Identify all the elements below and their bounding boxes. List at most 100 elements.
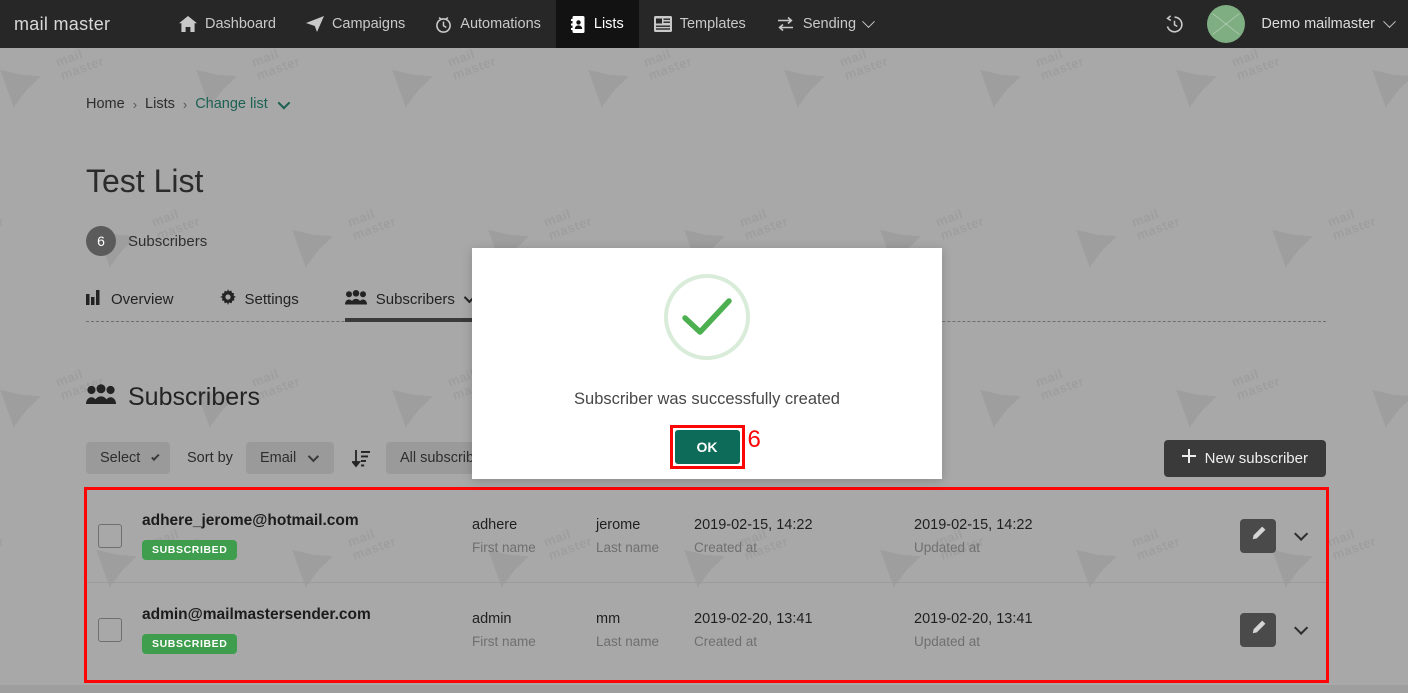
first-name-label: First name [472, 633, 536, 649]
watermark-mark: mailmaster [779, 48, 894, 112]
brand-logo[interactable]: mail master [14, 14, 144, 35]
paper-plane-icon [305, 16, 324, 32]
top-navbar: mail master Dashboard Campaigns Automati… [0, 0, 1408, 48]
history-clock-icon[interactable] [1150, 14, 1199, 35]
table-row[interactable]: adhere_jerome@hotmail.com SUBSCRIBED adh… [87, 490, 1326, 583]
pencil-icon [1251, 526, 1266, 546]
home-icon [179, 16, 197, 32]
tab-label: Overview [111, 290, 174, 308]
chevron-down-icon [862, 14, 875, 28]
new-subscriber-button[interactable]: New subscriber [1163, 439, 1326, 477]
nav-item-sending[interactable]: Sending [761, 0, 888, 48]
nav-item-templates[interactable]: Templates [639, 0, 761, 48]
status-badge: SUBSCRIBED [142, 540, 238, 560]
nav-item-label: Sending [802, 16, 857, 32]
cell-last-name: mm Last name [596, 611, 694, 649]
watermark-mark: mailmaster [287, 192, 402, 273]
tab-label: Subscribers [375, 290, 455, 308]
updated-at-value: 2019-02-20, 13:41 [914, 610, 1033, 627]
watermark-mark: mailmaster [583, 48, 698, 112]
nav-item-lists[interactable]: Lists [555, 0, 639, 48]
new-subscriber-label: New subscriber [1204, 449, 1308, 467]
breadcrumb: Home › Lists › Change list [86, 96, 291, 112]
people-icon [344, 289, 367, 309]
nav-item-dashboard[interactable]: Dashboard [164, 0, 291, 48]
breadcrumb-item-lists[interactable]: Lists [145, 96, 175, 112]
tab-subscribers[interactable]: Subscribers [344, 281, 490, 322]
watermark-mark: mailmaster [387, 48, 502, 112]
nav-item-label: Dashboard [205, 16, 276, 32]
cell-created-at: 2019-02-15, 14:22 Created at [694, 517, 914, 555]
edit-subscriber-button[interactable] [1240, 519, 1276, 553]
chevron-down-icon[interactable] [277, 96, 291, 109]
watermark-mark: mailmaster [975, 352, 1090, 433]
watermark-mark: mailmaster [1367, 352, 1408, 433]
last-name-label: Last name [596, 540, 660, 555]
watermark-mark: mailmaster [1171, 352, 1286, 433]
subscriber-count-badge: 6 [86, 226, 116, 256]
sort-descending-icon[interactable] [351, 449, 370, 468]
sort-field-label: Email [259, 450, 297, 466]
breadcrumb-item-change-list[interactable]: Change list [195, 96, 268, 112]
avatar[interactable] [1207, 5, 1246, 43]
bar-chart-icon [86, 289, 102, 309]
watermark-mark: mailmaster [1071, 192, 1186, 273]
newspaper-icon [653, 16, 672, 32]
gear-icon [219, 289, 236, 309]
select-dropdown[interactable]: Select [86, 442, 170, 474]
cell-updated-at: 2019-02-15, 14:22 Updated at [914, 517, 1154, 555]
nav-item-campaigns[interactable]: Campaigns [291, 0, 420, 48]
subscriber-email[interactable]: adhere_jerome@hotmail.com [142, 512, 472, 530]
created-at-label: Created at [694, 633, 758, 649]
chevron-down-icon[interactable] [1383, 14, 1396, 28]
tab-label: Settings [244, 290, 299, 308]
created-at-value: 2019-02-20, 13:41 [694, 610, 813, 627]
last-name-value: jerome [596, 517, 641, 533]
tab-overview[interactable]: Overview [86, 281, 192, 317]
table-row[interactable]: admin@mailmastersender.com SUBSCRIBED ad… [87, 583, 1326, 676]
nav-item-automations[interactable]: Automations [420, 0, 556, 48]
success-modal: Subscriber was successfully created OK 6 [472, 248, 942, 479]
edit-subscriber-button[interactable] [1240, 612, 1276, 647]
app-window: mail master mail master mail master mail master… [0, 0, 1408, 693]
cell-last-name: jerome Last name [596, 517, 694, 555]
first-name-label: First name [472, 540, 536, 555]
watermark-mark: mailmaster [1367, 48, 1408, 112]
cell-email: admin@mailmastersender.com SUBSCRIBED [142, 606, 472, 654]
nav-item-label: Campaigns [331, 16, 406, 32]
plus-icon [1181, 449, 1196, 467]
nav-item-label: Automations [460, 16, 541, 32]
updated-at-value: 2019-02-15, 14:22 [914, 517, 1033, 533]
transfer-icon [776, 16, 795, 32]
last-name-label: Last name [596, 633, 660, 649]
subscriber-count-label: Subscribers [128, 232, 208, 250]
select-dropdown-label: Select [100, 450, 141, 466]
cell-email: adhere_jerome@hotmail.com SUBSCRIBED [142, 512, 472, 560]
user-name[interactable]: Demo mailmaster [1261, 16, 1375, 32]
cell-updated-at: 2019-02-20, 13:41 Updated at [914, 611, 1154, 649]
row-checkbox[interactable] [98, 524, 122, 548]
sort-field-dropdown[interactable]: Email [245, 442, 334, 474]
ok-button[interactable]: OK [674, 430, 740, 464]
row-checkbox[interactable] [98, 617, 122, 642]
first-name-value: adhere [472, 517, 518, 533]
row-actions [1240, 519, 1326, 553]
updated-at-label: Updated at [914, 633, 981, 649]
page-title: Test List [86, 163, 204, 199]
step-number-annotation: 6 [747, 426, 761, 453]
status-badge: SUBSCRIBED [142, 633, 238, 654]
expand-row-icon[interactable] [1294, 620, 1309, 635]
nav-item-label: Templates [679, 16, 746, 32]
chevron-down-icon [307, 450, 320, 463]
subscribers-table: adhere_jerome@hotmail.com SUBSCRIBED adh… [87, 490, 1326, 676]
last-name-value: mm [596, 610, 621, 627]
subscriber-email[interactable]: admin@mailmastersender.com [142, 606, 472, 624]
tab-settings[interactable]: Settings [219, 281, 317, 317]
navbar-right: Demo mailmaster [1150, 5, 1408, 43]
watermark-mark: mailmaster [975, 48, 1090, 112]
watermark-mark: mailmaster [1267, 192, 1382, 273]
chevron-down-icon [151, 452, 160, 461]
watermark-mark: mailmaster [0, 213, 7, 243]
expand-row-icon[interactable] [1294, 526, 1309, 541]
breadcrumb-item-home[interactable]: Home [86, 96, 125, 112]
